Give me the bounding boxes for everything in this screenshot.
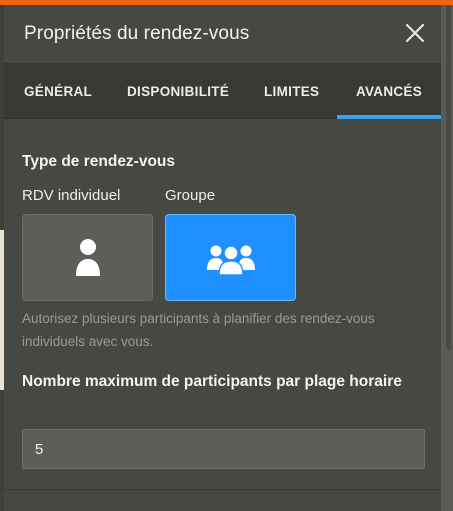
dialog-header: Propriétés du rendez-vous xyxy=(4,5,441,63)
appointment-type-heading: Type de rendez-vous xyxy=(22,153,176,170)
individual-option-label: RDV individuel xyxy=(22,187,121,204)
tab-general[interactable]: GÉNÉRAL xyxy=(24,63,92,119)
max-participants-input[interactable] xyxy=(22,429,425,469)
group-icon xyxy=(206,244,255,276)
person-icon xyxy=(75,238,100,276)
dialog-title: Propriétés du rendez-vous xyxy=(24,23,250,44)
tab-limits[interactable]: LIMITES xyxy=(264,63,319,119)
tab-advanced[interactable]: AVANCÉS xyxy=(337,63,441,119)
close-icon[interactable] xyxy=(403,21,427,45)
individual-option-button[interactable] xyxy=(22,214,153,301)
scrollbar-track[interactable] xyxy=(441,5,453,511)
tab-availability[interactable]: DISPONIBILITÉ xyxy=(127,63,229,119)
properties-dialog: Propriétés du rendez-vous GÉNÉRAL DISPON… xyxy=(4,5,441,511)
group-option-hint: Autorisez plusieurs participants à plani… xyxy=(22,311,375,349)
tab-bar: GÉNÉRAL DISPONIBILITÉ LIMITES AVANCÉS xyxy=(4,63,441,119)
group-option-label: Groupe xyxy=(165,187,216,204)
scrollbar-thumb[interactable] xyxy=(446,5,451,350)
section-divider xyxy=(4,489,441,490)
max-participants-label: Nombre maximum de participants par plage… xyxy=(22,373,402,390)
group-option-button[interactable] xyxy=(165,214,296,301)
